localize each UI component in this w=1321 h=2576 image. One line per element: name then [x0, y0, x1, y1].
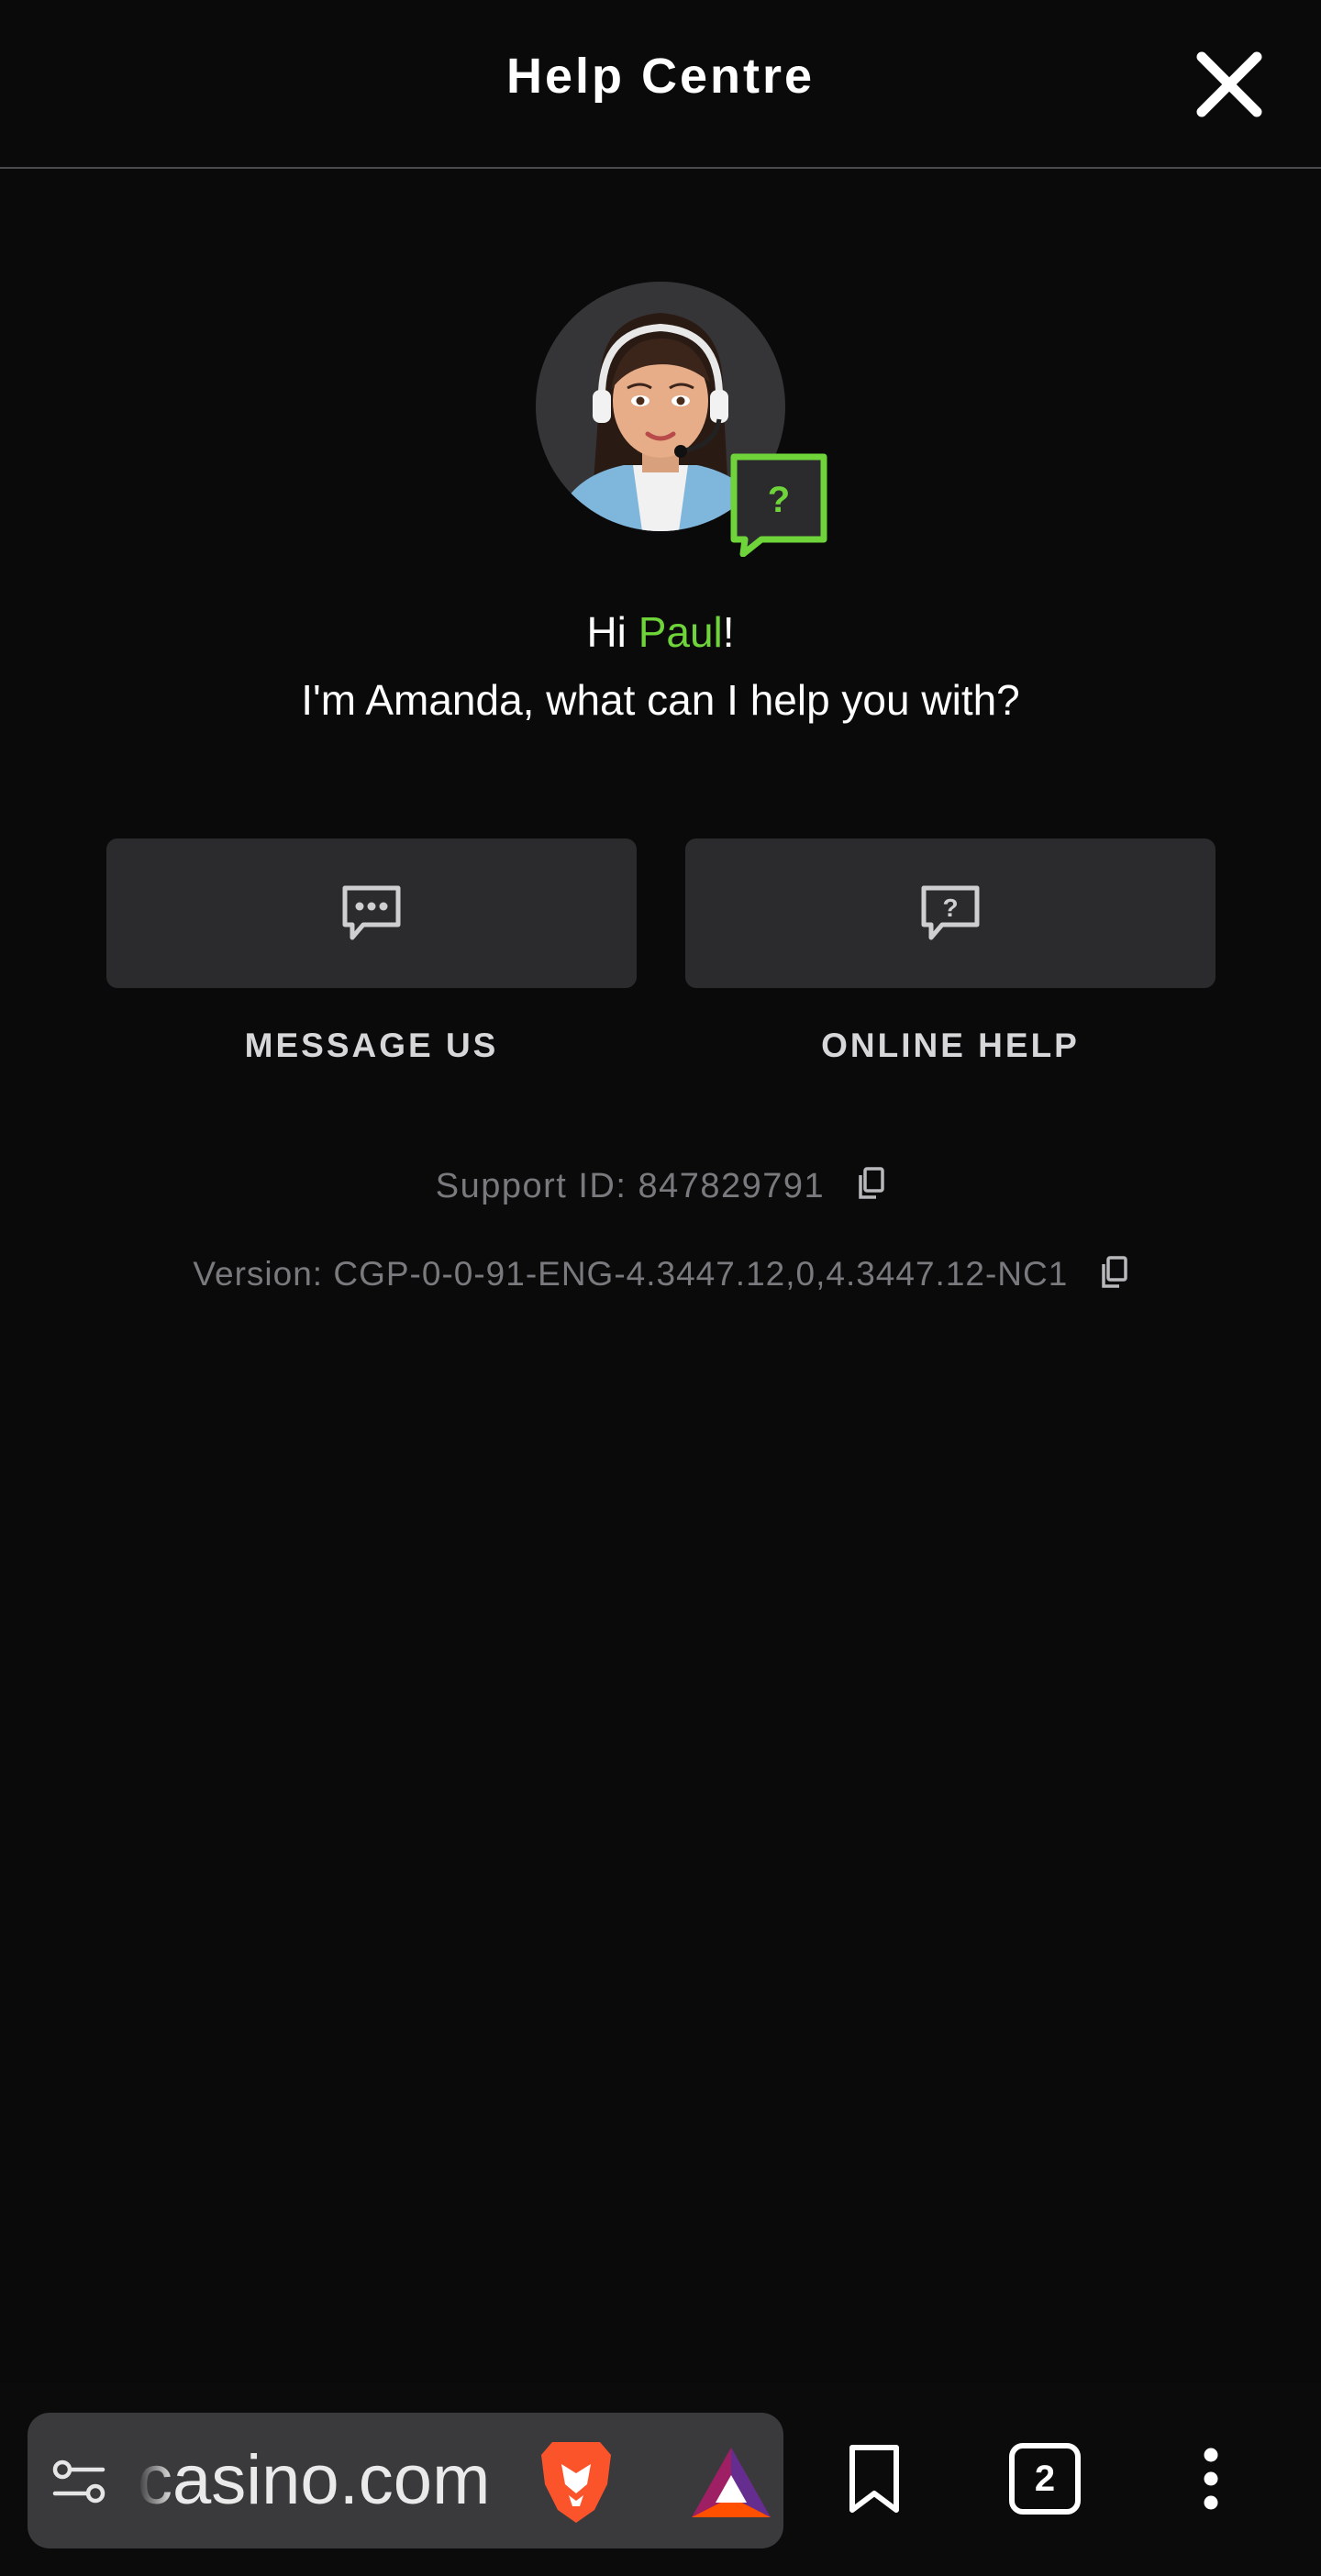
copy-icon	[859, 1167, 885, 1199]
tabs-button[interactable]: 2	[999, 2433, 1091, 2525]
browser-toolbar: casino.com 2	[0, 2383, 1321, 2576]
greeting: Hi Paul! I'm Amanda, what can I help you…	[0, 598, 1321, 734]
page-title: Help Centre	[505, 49, 816, 104]
url-fade	[138, 2440, 174, 2521]
close-button[interactable]	[1193, 48, 1266, 121]
question-mark: ?	[942, 894, 958, 922]
bookmark-button[interactable]	[828, 2433, 920, 2525]
url-text[interactable]: casino.com	[138, 2440, 514, 2521]
agent-avatar-group: ?	[536, 282, 829, 557]
site-settings-icon[interactable]	[48, 2449, 112, 2514]
more-menu-icon	[1204, 2448, 1218, 2510]
chat-dots-icon	[342, 885, 401, 939]
bat-rewards-icon[interactable]	[688, 2444, 774, 2521]
version-text: Version: CGP-0-0-91-ENG-4.3447.12,0,4.34…	[193, 1255, 1069, 1293]
svg-text:?: ?	[768, 480, 790, 520]
brave-lion-icon[interactable]	[534, 2437, 618, 2526]
tab-count: 2	[1034, 2458, 1056, 2499]
message-us-label[interactable]: MESSAGE US	[106, 1027, 637, 1065]
online-help-button[interactable]: ?	[685, 838, 1216, 988]
support-id-text: Support ID: 847829791	[435, 1167, 826, 1206]
version-row: Version: CGP-0-0-91-ENG-4.3447.12,0,4.34…	[0, 1255, 1321, 1297]
more-menu-button[interactable]	[1165, 2433, 1257, 2525]
bookmark-icon	[849, 2445, 899, 2513]
message-us-button[interactable]	[106, 838, 637, 988]
copy-icon	[1101, 1255, 1127, 1288]
close-icon	[1196, 51, 1262, 117]
help-chat-bubble-icon: ?	[730, 453, 827, 557]
copy-support-id-button[interactable]	[856, 1167, 885, 1209]
copy-version-button[interactable]	[1099, 1255, 1128, 1297]
address-bar[interactable]: casino.com	[28, 2413, 783, 2548]
greeting-exclaim: !	[722, 608, 735, 656]
online-help-action: ? ONLINE HELP	[685, 838, 1216, 1065]
message-us-action: MESSAGE US	[106, 838, 637, 1065]
online-help-label[interactable]: ONLINE HELP	[685, 1027, 1216, 1065]
greeting-line-1: Hi Paul!	[0, 598, 1321, 666]
greeting-line-2: I'm Amanda, what can I help you with?	[301, 676, 1020, 724]
support-id-row: Support ID: 847829791	[0, 1167, 1321, 1209]
chat-question-icon: ?	[921, 885, 980, 939]
greeting-hi: Hi	[586, 608, 638, 656]
user-name: Paul	[638, 608, 723, 656]
header: Help Centre	[0, 0, 1321, 169]
